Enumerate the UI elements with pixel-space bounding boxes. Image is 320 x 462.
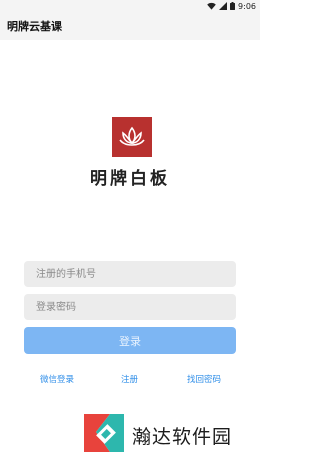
watermark: 瀚达软件园: [82, 414, 232, 456]
watermark-logo-icon: [82, 412, 126, 458]
wifi-icon: [207, 2, 216, 10]
phone-input[interactable]: [24, 261, 236, 287]
app-title: 明牌云基课: [7, 20, 62, 33]
signal-icon: [219, 2, 228, 10]
register-link[interactable]: 注册: [121, 373, 138, 385]
wechat-login-link[interactable]: 微信登录: [40, 373, 74, 385]
watermark-text: 瀚达软件园: [132, 425, 233, 448]
status-time: 9:06: [238, 1, 256, 11]
login-button[interactable]: 登录: [24, 327, 236, 354]
app-bar: 明牌云基课: [0, 12, 260, 40]
password-input[interactable]: [24, 294, 236, 320]
forgot-password-link[interactable]: 找回密码: [187, 373, 221, 385]
status-bar: 9:06: [0, 0, 260, 12]
lotus-logo-icon: [112, 117, 152, 157]
brand-name: 明牌白板: [90, 169, 170, 189]
battery-icon: [230, 2, 236, 10]
